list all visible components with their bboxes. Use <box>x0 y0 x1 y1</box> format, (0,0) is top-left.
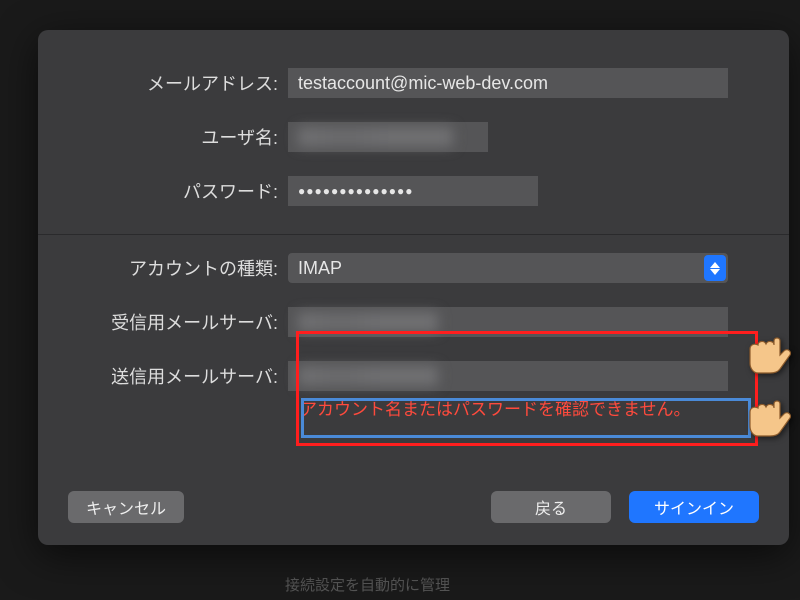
credentials-section: メールアドレス: ユーザ名: パスワード: ●●●●●●●●●●●●●● <box>38 30 789 234</box>
account-type-select[interactable]: IMAP <box>288 253 728 283</box>
incoming-server-row: 受信用メールサーバ: <box>68 307 759 337</box>
outgoing-server-label: 送信用メールサーバ: <box>68 363 288 389</box>
redacted-value <box>298 312 438 332</box>
outgoing-server-row: 送信用メールサーバ: <box>68 361 759 391</box>
server-section: アカウントの種類: IMAP 受信用メールサーバ: 送信用メールサーバ: アカウ… <box>38 235 789 430</box>
username-input[interactable] <box>288 122 488 152</box>
mail-account-dialog: メールアドレス: ユーザ名: パスワード: ●●●●●●●●●●●●●● アカウ… <box>38 30 789 545</box>
background-text: 接続設定を自動的に管理 <box>285 574 450 595</box>
password-input[interactable]: ●●●●●●●●●●●●●● <box>288 176 538 206</box>
signin-button[interactable]: サインイン <box>629 491 759 523</box>
button-row: キャンセル 戻る サインイン <box>38 491 789 523</box>
incoming-server-input[interactable] <box>288 307 728 337</box>
redacted-value <box>298 366 438 386</box>
incoming-server-label: 受信用メールサーバ: <box>68 309 288 335</box>
email-input[interactable] <box>288 68 728 98</box>
account-type-row: アカウントの種類: IMAP <box>68 253 759 283</box>
password-label: パスワード: <box>68 178 288 204</box>
back-button[interactable]: 戻る <box>491 491 611 523</box>
username-label: ユーザ名: <box>68 124 288 150</box>
password-row: パスワード: ●●●●●●●●●●●●●● <box>68 176 759 206</box>
account-type-label: アカウントの種類: <box>68 255 288 281</box>
account-type-value: IMAP <box>298 258 342 279</box>
pointer-hand-icon <box>748 335 800 380</box>
redacted-value <box>298 127 453 147</box>
cancel-button[interactable]: キャンセル <box>68 491 184 523</box>
dropdown-stepper-icon <box>704 255 726 281</box>
error-message: アカウント名またはパスワードを確認できません。 <box>300 395 759 420</box>
pointer-hand-icon <box>748 398 800 443</box>
outgoing-server-input[interactable] <box>288 361 728 391</box>
email-label: メールアドレス: <box>68 70 288 96</box>
email-row: メールアドレス: <box>68 68 759 98</box>
username-row: ユーザ名: <box>68 122 759 152</box>
